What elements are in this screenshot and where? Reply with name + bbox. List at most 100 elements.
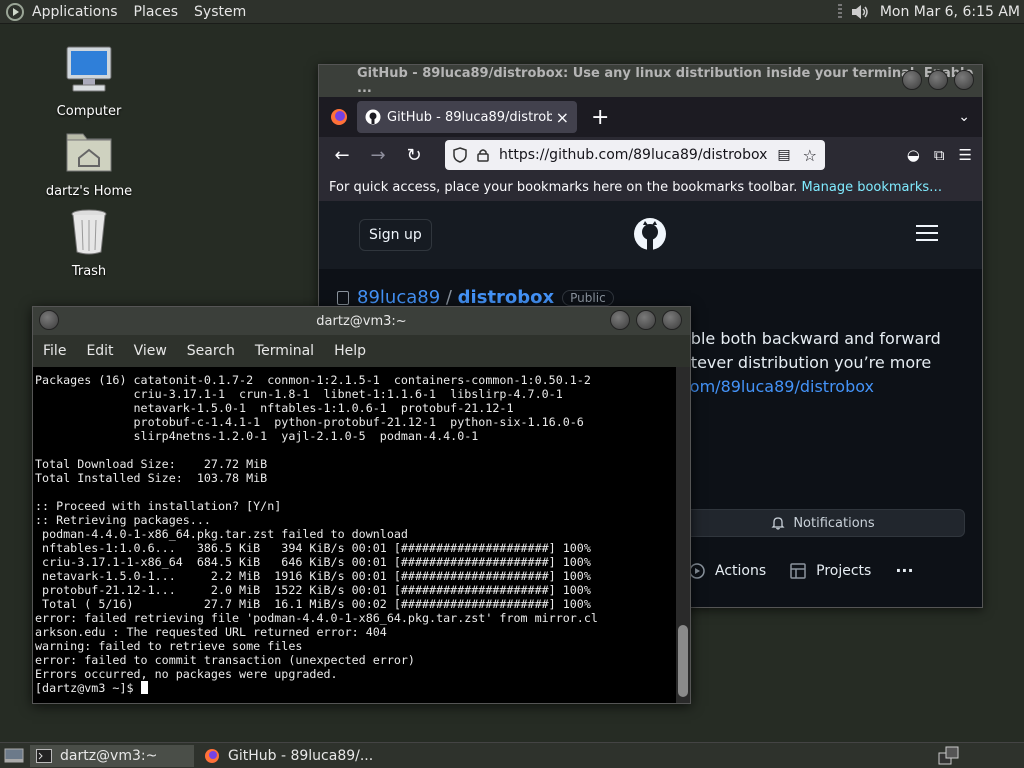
terminal-line: protobuf-21.12-1... 2.0 MiB 1522 KiB/s 0… xyxy=(35,583,591,597)
menu-places[interactable]: Places xyxy=(134,4,179,20)
terminal-line: podman-4.4.0-1-x86_64.pkg.tar.zst failed… xyxy=(35,527,408,541)
extensions-icon[interactable]: ⧉ xyxy=(934,146,945,164)
menu-help[interactable]: Help xyxy=(334,343,366,359)
play-circle-icon xyxy=(689,562,705,579)
reader-view-icon[interactable]: ▤ xyxy=(777,147,790,163)
menu-system[interactable]: System xyxy=(194,4,246,20)
terminal-scrollbar[interactable] xyxy=(676,367,690,703)
desktop-icon-label: Computer xyxy=(56,104,122,119)
close-button[interactable] xyxy=(954,70,974,90)
workspace-switcher-icon[interactable] xyxy=(938,746,960,766)
desktop-icon-home[interactable]: dartz's Home xyxy=(34,126,144,199)
terminal-output[interactable]: Packages (16) catatonit-0.1.7-2 conmon-1… xyxy=(33,367,690,703)
maximize-button[interactable] xyxy=(636,310,656,330)
panel-separator xyxy=(837,3,842,20)
home-folder-icon xyxy=(66,133,112,172)
tab-github[interactable]: GitHub - 89luca89/distrobox × xyxy=(357,101,577,133)
panel-clock[interactable]: Mon Mar 6, 6:15 AM xyxy=(880,4,1020,20)
desktop-icon-label: Trash xyxy=(71,264,107,279)
repo-description-line1: able both backward and forward xyxy=(681,329,941,348)
menu-terminal[interactable]: Terminal xyxy=(255,343,314,359)
scrollbar-thumb[interactable] xyxy=(678,625,688,697)
pocket-icon[interactable]: ◒ xyxy=(907,146,920,164)
terminal-prompt: [dartz@vm3 ~]$ xyxy=(35,681,141,695)
notifications-button[interactable]: Notifications xyxy=(681,509,965,537)
bookmarks-hint: For quick access, place your bookmarks h… xyxy=(329,179,798,195)
terminal-line: Total Download Size: 27.72 MiB xyxy=(35,457,268,471)
terminal-line: arkson.edu : The requested URL returned … xyxy=(35,625,387,639)
taskbar-item-terminal[interactable]: dartz@vm3:~ xyxy=(30,744,194,767)
table-icon xyxy=(790,562,806,579)
terminal-window: dartz@vm3:~ File Edit View Search Termin… xyxy=(32,306,691,704)
reload-button[interactable]: ↻ xyxy=(401,142,427,168)
shield-icon[interactable] xyxy=(453,147,467,163)
menu-file[interactable]: File xyxy=(43,343,66,359)
url-bar[interactable]: https://github.com/89luca89/distrobox ▤ … xyxy=(445,140,825,170)
repo-separator: / xyxy=(440,287,458,308)
repo-description-line2: atever distribution you’re more xyxy=(681,353,932,372)
menu-view[interactable]: View xyxy=(134,343,167,359)
sign-up-button[interactable]: Sign up xyxy=(359,219,432,251)
terminal-line: :: Retrieving packages... xyxy=(35,513,211,527)
lock-icon[interactable] xyxy=(477,148,489,162)
tab-actions[interactable]: Actions xyxy=(689,563,766,579)
terminal-line: netavark-1.5.0-1... 2.2 MiB 1916 KiB/s 0… xyxy=(35,569,591,583)
bell-icon xyxy=(771,517,785,530)
manage-bookmarks-link[interactable]: Manage bookmarks… xyxy=(801,180,942,195)
github-header: Sign up xyxy=(319,201,982,269)
minimize-button[interactable] xyxy=(902,70,922,90)
computer-icon xyxy=(66,46,112,92)
repo-heading: 89luca89 / distrobox Public xyxy=(337,287,614,308)
terminal-line: criu-3.17.1-1 crun-1.8-1 libnet-1:1.1.6-… xyxy=(35,387,563,401)
distro-logo-icon[interactable] xyxy=(6,2,24,21)
desktop-icon-label: dartz's Home xyxy=(45,184,133,199)
terminal-menubar: File Edit View Search Terminal Help xyxy=(33,335,690,367)
list-all-tabs-icon[interactable]: ⌄ xyxy=(958,109,970,125)
show-desktop-icon[interactable] xyxy=(4,747,24,765)
desktop-icon-trash[interactable]: Trash xyxy=(34,206,144,279)
terminal-line: error: failed to commit transaction (une… xyxy=(35,653,415,667)
volume-icon[interactable] xyxy=(850,3,870,21)
desktop-icon-computer[interactable]: Computer xyxy=(34,44,144,119)
terminal-line: Total Installed Size: 103.78 MiB xyxy=(35,471,268,485)
forward-button[interactable]: → xyxy=(365,142,391,168)
terminal-line: netavark-1.5.0-1 nftables-1:1.0.6-1 prot… xyxy=(35,401,514,415)
repo-icon xyxy=(337,290,349,305)
tab-strip: GitHub - 89luca89/distrobox × + ⌄ xyxy=(319,97,982,137)
menu-edit[interactable]: Edit xyxy=(86,343,113,359)
tab-projects[interactable]: Projects xyxy=(790,563,871,579)
github-logo-icon[interactable] xyxy=(633,217,667,251)
back-button[interactable]: ← xyxy=(329,142,355,168)
minimize-button[interactable] xyxy=(610,310,630,330)
firefox-titlebar[interactable]: GitHub - 89luca89/distrobox: Use any lin… xyxy=(319,65,982,97)
more-tabs-icon[interactable]: ··· xyxy=(895,561,913,580)
taskbar-label: GitHub - 89luca89/... xyxy=(228,747,374,764)
repo-owner-link[interactable]: 89luca89 xyxy=(357,287,440,308)
terminal-cursor xyxy=(140,681,148,694)
firefox-view-icon[interactable] xyxy=(329,107,349,127)
menu-applications[interactable]: Applications xyxy=(32,4,118,20)
repo-website-link[interactable]: com/89luca89/distrobox xyxy=(681,377,874,396)
terminal-titlebar[interactable]: dartz@vm3:~ xyxy=(33,307,690,335)
close-button[interactable] xyxy=(662,310,682,330)
terminal-text: Packages (16) catatonit-0.1.7-2 conmon-1… xyxy=(35,373,598,695)
new-tab-button[interactable]: + xyxy=(591,105,609,130)
tab-close-icon[interactable]: × xyxy=(556,108,569,127)
bookmark-star-icon[interactable]: ☆ xyxy=(803,146,817,165)
terminal-line: protobuf-c-1.4.1-1 python-protobuf-21.12… xyxy=(35,415,584,429)
public-badge: Public xyxy=(562,289,614,306)
hamburger-menu-icon[interactable] xyxy=(916,225,938,241)
tab-projects-label: Projects xyxy=(816,562,872,579)
tab-title: GitHub - 89luca89/distrobox xyxy=(387,109,552,125)
top-panel: Applications Places System Mon Mar 6, 6:… xyxy=(0,0,1024,24)
hamburger-menu-icon[interactable]: ☰ xyxy=(959,146,972,164)
taskbar-item-firefox[interactable]: GitHub - 89luca89/... xyxy=(198,745,379,767)
maximize-button[interactable] xyxy=(928,70,948,90)
terminal-title: dartz@vm3:~ xyxy=(316,313,407,329)
menu-search[interactable]: Search xyxy=(187,343,235,359)
repo-name-link[interactable]: distrobox xyxy=(458,287,554,308)
window-menu-button[interactable] xyxy=(39,310,59,330)
bookmarks-toolbar: For quick access, place your bookmarks h… xyxy=(319,173,982,201)
terminal-icon xyxy=(36,748,52,763)
